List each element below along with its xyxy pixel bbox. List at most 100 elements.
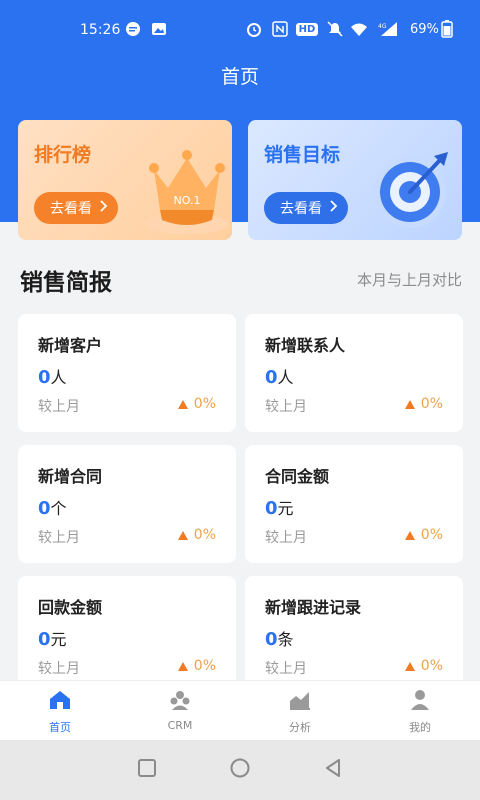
sales-target-view-button-label: 去看看 xyxy=(280,201,322,217)
ranking-card[interactable]: 排行榜 去看看 NO.1 xyxy=(18,120,232,240)
stat-card[interactable]: 合同金额 0元 较上月 0% xyxy=(245,445,463,563)
stat-value: 0 xyxy=(38,498,51,519)
crm-icon xyxy=(168,689,192,715)
stat-compare-label: 较上月 xyxy=(265,530,307,546)
crown-icon: NO.1 xyxy=(144,140,230,240)
stat-unit: 人 xyxy=(277,368,294,387)
section-title: 销售简报 xyxy=(20,270,112,296)
stat-trend-value: 0% xyxy=(193,527,216,543)
stat-trend-value: 0% xyxy=(420,396,443,412)
stat-value: 0 xyxy=(265,629,278,650)
nav-label-analysis: 分析 xyxy=(289,721,311,734)
mute-icon xyxy=(326,20,344,38)
chevron-right-icon xyxy=(98,200,108,216)
stat-label: 回款金额 xyxy=(38,598,103,617)
stat-label: 合同金额 xyxy=(265,467,330,486)
trend-up-icon xyxy=(404,661,415,671)
stat-value: 0 xyxy=(38,629,51,650)
signal-icon: 4G xyxy=(376,20,400,38)
stat-unit: 元 xyxy=(277,499,294,518)
stat-label: 新增跟进记录 xyxy=(265,598,362,617)
status-bar: 15:26 HD 4G 69% xyxy=(0,0,480,60)
wifi-icon xyxy=(350,20,368,38)
stat-unit: 条 xyxy=(277,630,294,649)
ranking-card-title: 排行榜 xyxy=(34,144,92,166)
nav-label-home: 首页 xyxy=(49,721,71,734)
system-nav-bar xyxy=(0,740,480,800)
stat-compare-label: 较上月 xyxy=(38,661,80,677)
section-subtitle: 本月与上月对比 xyxy=(356,271,462,289)
nav-item-profile[interactable]: 我的 xyxy=(360,681,480,740)
stat-value: 0 xyxy=(265,367,278,388)
stat-compare-label: 较上月 xyxy=(38,530,80,546)
stat-unit: 人 xyxy=(50,368,67,387)
stat-compare-label: 较上月 xyxy=(38,399,80,415)
nav-item-analysis[interactable]: 分析 xyxy=(240,681,360,740)
stat-label: 新增联系人 xyxy=(265,336,346,355)
nav-item-home[interactable]: 首页 xyxy=(0,681,120,740)
stat-card[interactable]: 回款金额 0元 较上月 0% xyxy=(18,576,236,694)
stat-label: 新增合同 xyxy=(38,467,103,486)
stat-trend: 0% xyxy=(404,396,443,412)
nav-label-profile: 我的 xyxy=(409,721,431,734)
hd-icon: HD xyxy=(294,20,320,38)
stat-compare-label: 较上月 xyxy=(265,399,307,415)
stat-value-line: 0人 xyxy=(38,364,67,388)
target-icon xyxy=(368,142,458,236)
chevron-right-icon xyxy=(328,200,338,216)
stat-value-line: 0人 xyxy=(265,364,294,388)
stat-trend: 0% xyxy=(404,527,443,543)
bottom-nav: 首页 CRM 分析 我的 xyxy=(0,680,480,740)
stat-trend: 0% xyxy=(404,658,443,674)
stat-trend-value: 0% xyxy=(420,658,443,674)
trend-up-icon xyxy=(177,530,188,540)
stat-value-line: 0条 xyxy=(265,626,294,650)
stat-compare-label: 较上月 xyxy=(265,661,307,677)
page-title: 首页 xyxy=(220,66,259,88)
home-circle-icon[interactable] xyxy=(229,757,251,783)
stat-value: 0 xyxy=(38,367,51,388)
stat-label: 新增客户 xyxy=(38,336,103,355)
recents-icon[interactable] xyxy=(136,757,158,783)
stat-trend-value: 0% xyxy=(193,396,216,412)
home-icon xyxy=(48,689,72,715)
stat-trend: 0% xyxy=(177,396,216,412)
svg-text:NO.1: NO.1 xyxy=(174,194,201,207)
sales-target-card-title: 销售目标 xyxy=(264,144,341,166)
stat-trend-value: 0% xyxy=(420,527,443,543)
sales-target-card[interactable]: 销售目标 去看看 xyxy=(248,120,462,240)
nav-label-crm: CRM xyxy=(167,719,193,732)
stat-card[interactable]: 新增跟进记录 0条 较上月 0% xyxy=(245,576,463,694)
alarm-icon xyxy=(245,20,263,38)
trend-up-icon xyxy=(404,399,415,409)
battery-percent: 69% xyxy=(410,22,439,37)
image-icon xyxy=(150,20,168,38)
battery-icon xyxy=(438,20,456,38)
ranking-view-button-label: 去看看 xyxy=(50,201,92,217)
svg-text:4G: 4G xyxy=(378,23,387,30)
stat-card[interactable]: 新增客户 0人 较上月 0% xyxy=(18,314,236,432)
stat-value-line: 0元 xyxy=(265,495,294,519)
stat-value-line: 0元 xyxy=(38,626,67,650)
stat-card[interactable]: 新增合同 0个 较上月 0% xyxy=(18,445,236,563)
stat-card[interactable]: 新增联系人 0人 较上月 0% xyxy=(245,314,463,432)
stat-trend: 0% xyxy=(177,527,216,543)
stat-unit: 个 xyxy=(50,499,67,518)
stat-trend-value: 0% xyxy=(193,658,216,674)
back-icon[interactable] xyxy=(322,757,344,783)
profile-icon xyxy=(408,689,432,715)
nfc-icon xyxy=(271,20,289,38)
status-time: 15:26 xyxy=(80,22,121,38)
message-icon xyxy=(124,20,142,38)
trend-up-icon xyxy=(404,530,415,540)
stat-value: 0 xyxy=(265,498,278,519)
nav-item-crm[interactable]: CRM xyxy=(120,681,240,740)
ranking-view-button[interactable]: 去看看 xyxy=(34,192,118,224)
sales-target-view-button[interactable]: 去看看 xyxy=(264,192,348,224)
trend-up-icon xyxy=(177,399,188,409)
analysis-icon xyxy=(288,689,312,715)
stat-trend: 0% xyxy=(177,658,216,674)
stat-value-line: 0个 xyxy=(38,495,67,519)
stat-unit: 元 xyxy=(50,630,67,649)
trend-up-icon xyxy=(177,661,188,671)
